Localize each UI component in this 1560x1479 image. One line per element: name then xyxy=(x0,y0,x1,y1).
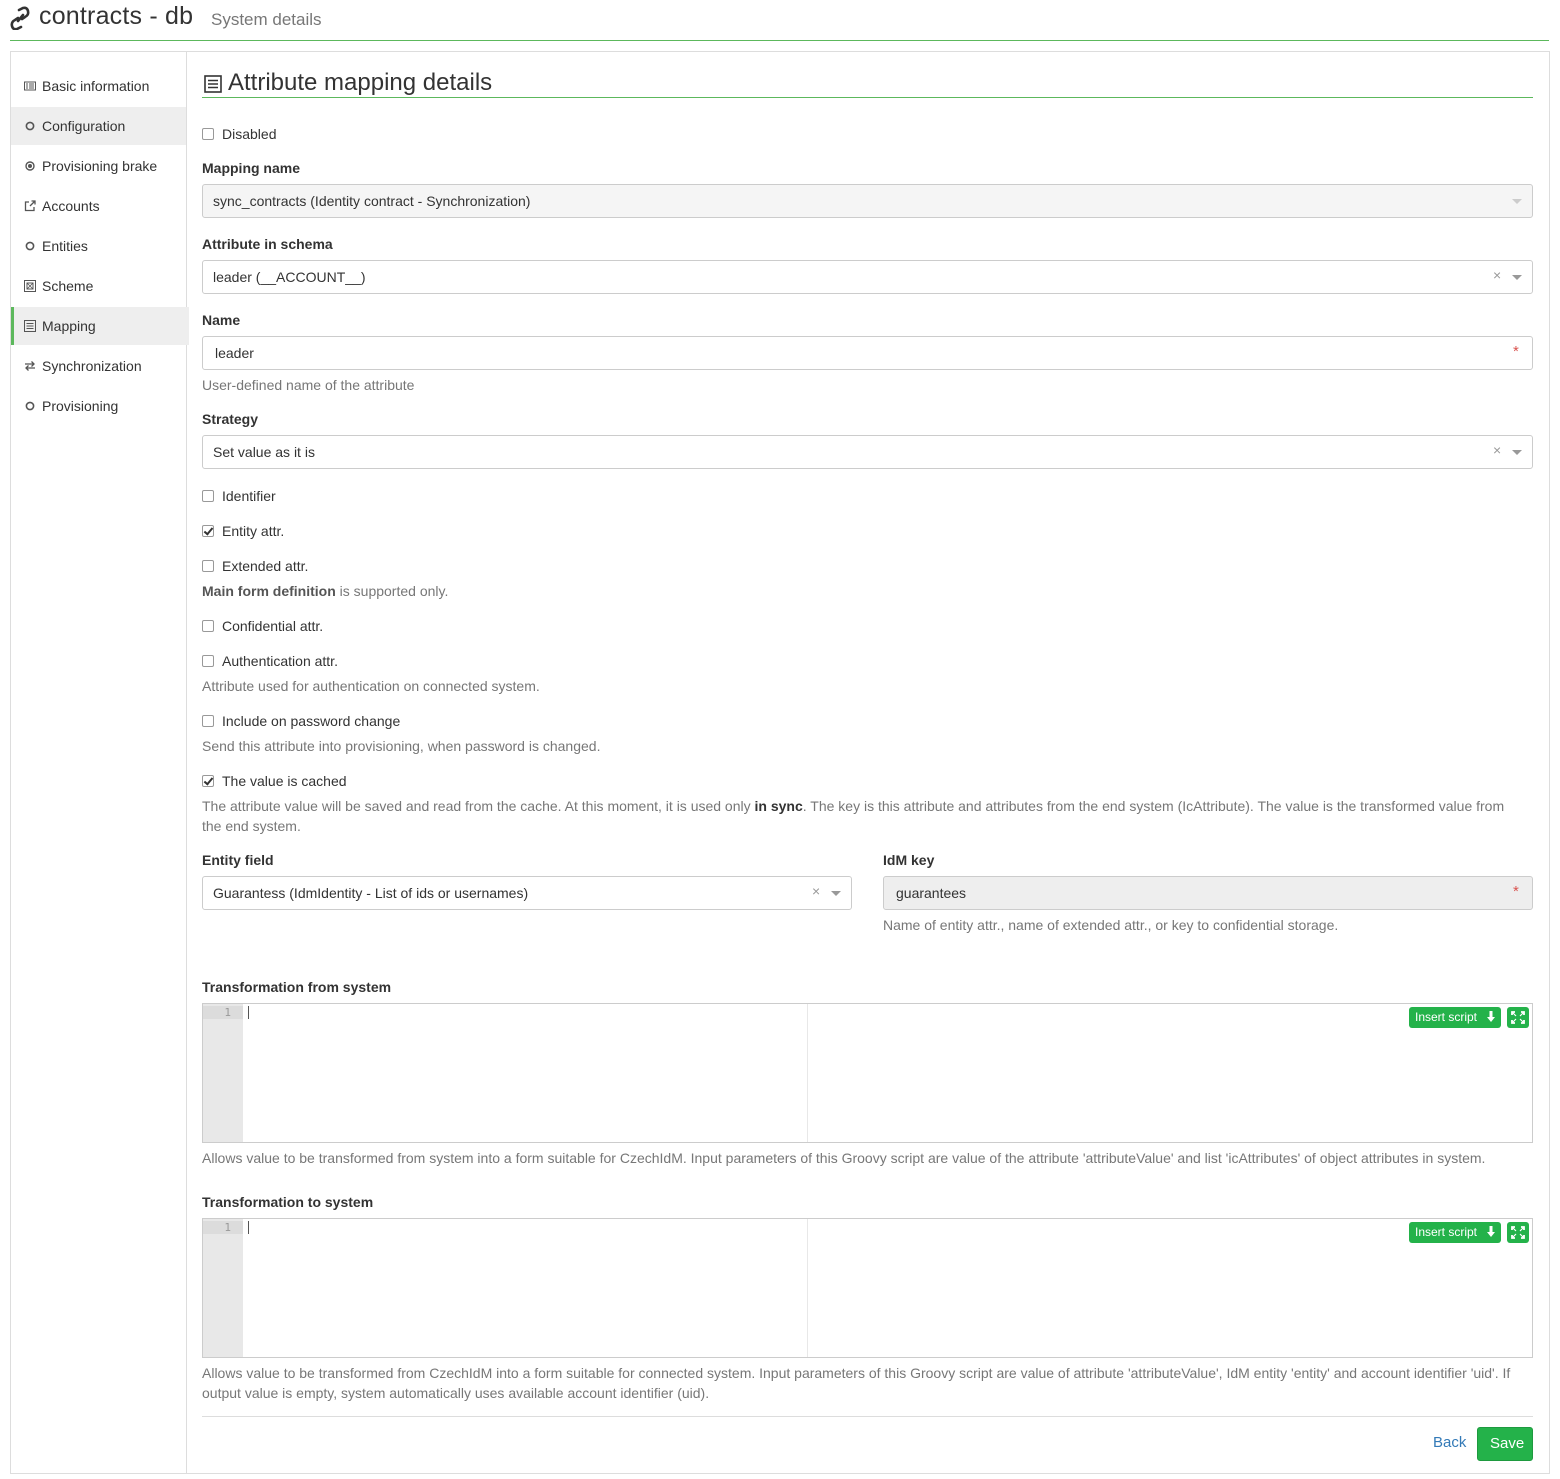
section-title: Attribute mapping details xyxy=(202,60,1533,98)
attribute-in-schema-select[interactable]: leader (__ACCOUNT__) × xyxy=(202,260,1533,294)
name-help: User-defined name of the attribute xyxy=(202,377,415,393)
circle-icon xyxy=(25,121,35,131)
idm-key-label: IdM key xyxy=(883,852,935,868)
save-button[interactable]: Save xyxy=(1477,1427,1533,1461)
extended-attr-help: Main form definition is supported only. xyxy=(202,583,449,599)
line-gutter: 1 xyxy=(203,1219,243,1357)
transfer-icon xyxy=(25,361,35,371)
fullscreen-button[interactable] xyxy=(1507,1007,1529,1028)
entity-field-select[interactable]: Guarantess (IdmIdentity - List of ids or… xyxy=(202,876,852,910)
chevron-down-icon xyxy=(1512,199,1522,204)
clear-icon[interactable]: × xyxy=(1493,442,1501,458)
chevron-down-icon[interactable] xyxy=(1512,275,1522,280)
external-link-icon xyxy=(24,200,36,212)
transform-from-label: Transformation from system xyxy=(202,979,392,995)
insert-script-button[interactable]: Insert script xyxy=(1409,1222,1501,1243)
page-title: contracts - db xyxy=(39,2,194,30)
sidebar-item-mapping[interactable]: Mapping xyxy=(11,307,189,345)
transform-from-help: Allows value to be transformed from syst… xyxy=(202,1150,1486,1166)
sidebar-item-entities[interactable]: Entities xyxy=(11,227,186,265)
mapping-name-select[interactable]: sync_contracts (Identity contract - Sync… xyxy=(202,184,1533,218)
arrow-down-icon xyxy=(1487,1011,1495,1022)
sidebar-nav: Basic information Configuration Provisio… xyxy=(11,52,189,1473)
clear-icon[interactable]: × xyxy=(812,883,820,899)
chevron-down-icon[interactable] xyxy=(831,891,841,896)
link-icon xyxy=(10,6,30,30)
transform-to-editor[interactable]: 1 Insert script xyxy=(202,1218,1533,1358)
extended-attr-checkbox[interactable] xyxy=(202,560,214,572)
clear-icon[interactable]: × xyxy=(1493,267,1501,283)
transform-to-label: Transformation to system xyxy=(202,1194,374,1210)
confidential-attr-checkbox[interactable] xyxy=(202,620,214,632)
text-cursor xyxy=(248,1221,249,1234)
idm-key-input[interactable]: guarantees * xyxy=(883,876,1533,910)
transform-from-editor[interactable]: 1 Insert script xyxy=(202,1003,1533,1143)
divider xyxy=(202,1416,1533,1417)
attribute-mapping-form: Attribute mapping details Disabled Mappi… xyxy=(202,52,1533,1473)
fullscreen-icon xyxy=(1511,1226,1525,1239)
object-align-icon xyxy=(24,280,36,292)
required-icon: * xyxy=(1513,343,1519,360)
identifier-checkbox[interactable] xyxy=(202,490,214,502)
name-label: Name xyxy=(202,312,241,328)
entity-attr-checkbox[interactable] xyxy=(202,525,214,537)
authentication-attr-checkbox[interactable] xyxy=(202,655,214,667)
detail-frame: Basic information Configuration Provisio… xyxy=(10,51,1550,1474)
sidebar-item-basic-information[interactable]: Basic information xyxy=(11,67,186,105)
fullscreen-button[interactable] xyxy=(1507,1222,1529,1243)
list-alt-icon xyxy=(24,81,36,91)
mapping-name-label: Mapping name xyxy=(202,160,301,176)
cached-help: The attribute value will be saved and re… xyxy=(202,798,1505,834)
sidebar-item-provisioning-brake[interactable]: Provisioning brake xyxy=(11,147,186,185)
record-icon xyxy=(25,161,35,171)
sidebar-item-configuration[interactable]: Configuration xyxy=(11,107,186,145)
strategy-label: Strategy xyxy=(202,411,259,427)
back-link[interactable]: Back xyxy=(1433,1434,1466,1451)
arrow-down-icon xyxy=(1487,1226,1495,1237)
list-icon xyxy=(24,320,36,332)
cached-checkbox[interactable] xyxy=(202,775,214,787)
transform-to-help: Allows value to be transformed from Czec… xyxy=(202,1365,1511,1401)
sidebar-item-scheme[interactable]: Scheme xyxy=(11,267,186,305)
required-icon: * xyxy=(1513,883,1519,900)
name-input[interactable]: leader * xyxy=(202,336,1533,370)
password-change-checkbox[interactable] xyxy=(202,715,214,727)
line-gutter: 1 xyxy=(203,1004,243,1142)
text-cursor xyxy=(248,1006,249,1019)
insert-script-button[interactable]: Insert script xyxy=(1409,1007,1501,1028)
password-change-help: Send this attribute into provisioning, w… xyxy=(202,738,601,754)
list-icon xyxy=(204,75,222,93)
idm-key-help: Name of entity attr., name of extended a… xyxy=(883,917,1339,933)
strategy-select[interactable]: Set value as it is × xyxy=(202,435,1533,469)
sidebar-item-synchronization[interactable]: Synchronization xyxy=(11,347,186,385)
authentication-attr-help: Attribute used for authentication on con… xyxy=(202,678,540,694)
sidebar-item-accounts[interactable]: Accounts xyxy=(11,187,186,225)
page-header: contracts - db System details xyxy=(10,0,1549,41)
attribute-in-schema-label: Attribute in schema xyxy=(202,236,333,252)
sidebar-item-provisioning[interactable]: Provisioning xyxy=(11,387,186,425)
disabled-checkbox[interactable] xyxy=(202,128,214,140)
circle-icon xyxy=(25,241,35,251)
chevron-down-icon[interactable] xyxy=(1512,450,1522,455)
circle-icon xyxy=(25,401,35,411)
fullscreen-icon xyxy=(1511,1011,1525,1024)
entity-field-label: Entity field xyxy=(202,852,274,868)
page-subtitle: System details xyxy=(211,10,322,29)
